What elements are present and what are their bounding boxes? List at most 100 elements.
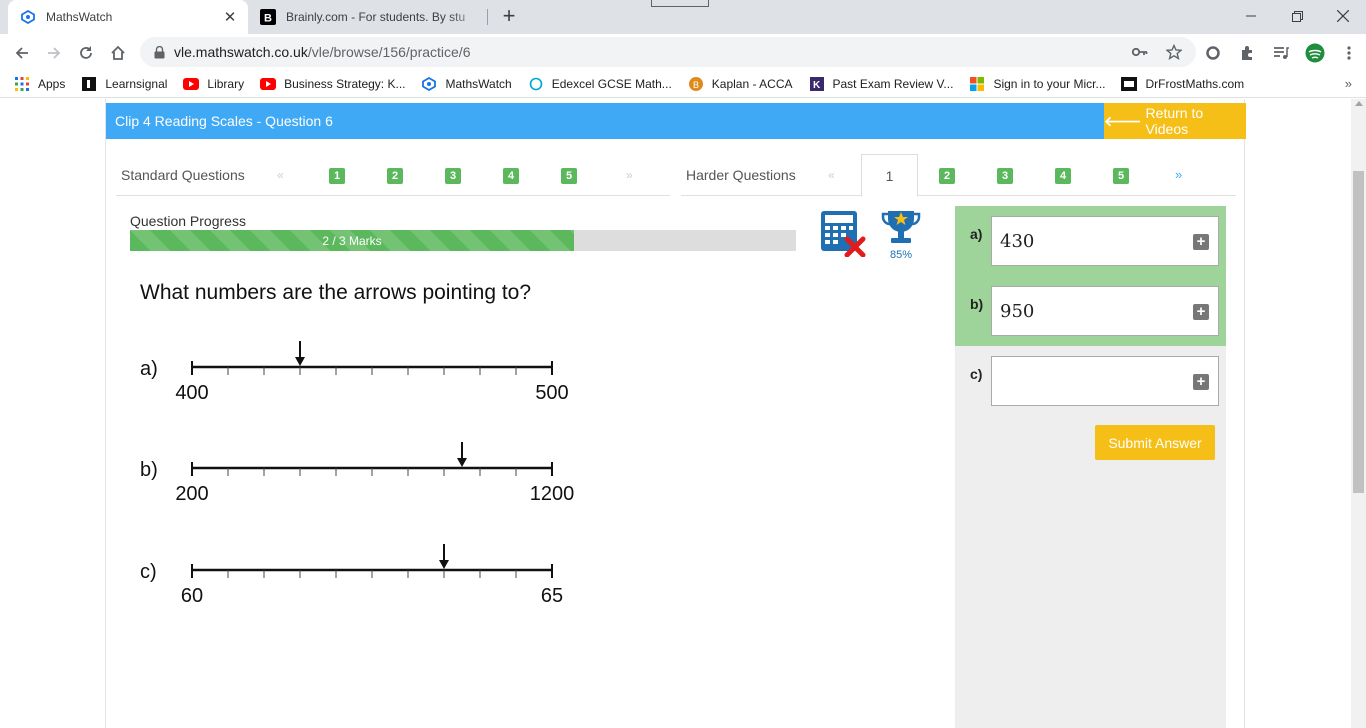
practice-container: Clip 4 Reading Scales - Question 6 🡐 Ret… [105, 99, 1246, 728]
harder-next-icon[interactable]: » [1175, 167, 1182, 182]
scale-min-label: 400 [175, 382, 208, 404]
scale-min-label: 200 [175, 483, 208, 505]
standard-prev-icon[interactable]: « [277, 168, 284, 182]
part-letter: b) [140, 459, 158, 481]
standard-next-icon[interactable]: » [626, 168, 633, 182]
bookmark-library[interactable]: Library [183, 76, 244, 92]
reload-icon[interactable] [72, 39, 100, 67]
answer-a-input[interactable]: 430 + [991, 216, 1219, 266]
extension-circle-icon[interactable] [1203, 43, 1223, 63]
answers-panel: a) 430 + b) 950 + c) + Submit Answer [955, 206, 1226, 728]
harder-question-2[interactable]: 2 [939, 168, 955, 184]
youtube-icon [183, 76, 200, 92]
trophy-percentage: 85% [889, 249, 913, 261]
svg-text:B: B [693, 80, 699, 90]
answer-b-input[interactable]: 950 + [991, 286, 1219, 336]
menu-kebab-icon[interactable] [1339, 43, 1359, 63]
extension-icons [1203, 43, 1359, 63]
expand-plus-icon[interactable]: + [1193, 304, 1209, 320]
submit-answer-button[interactable]: Submit Answer [1095, 425, 1215, 460]
bookmark-kaplan[interactable]: B Kaplan - ACCA [688, 76, 793, 92]
bookmark-edexcel[interactable]: Edexcel GCSE Math... [528, 76, 672, 92]
answer-letter: b) [970, 296, 984, 312]
harder-question-1-active[interactable]: 1 [861, 154, 918, 197]
bookmarks-overflow-icon[interactable]: » [1345, 76, 1352, 91]
return-label: Return to Videos [1145, 105, 1204, 137]
minimize-icon[interactable] [1228, 0, 1274, 32]
mathswatch-favicon-icon [20, 9, 36, 25]
standard-question-3[interactable]: 3 [445, 168, 461, 184]
puzzle-icon[interactable] [1237, 43, 1257, 63]
return-to-videos-button[interactable]: 🡐 Return to Videos [1104, 103, 1246, 139]
standard-questions-label: Standard Questions [121, 167, 245, 183]
kaplan-k-icon: K [809, 76, 825, 92]
scroll-up-icon[interactable] [1355, 101, 1363, 106]
scale-min-label: 60 [181, 585, 203, 607]
answer-value: 430 [1000, 231, 1035, 252]
scrollbar-thumb[interactable] [1353, 171, 1364, 493]
dfm-icon [1121, 76, 1138, 92]
star-icon[interactable] [1164, 42, 1184, 62]
question-prompt: What numbers are the arrows pointing to? [140, 281, 532, 304]
home-icon[interactable] [104, 39, 132, 67]
expand-plus-icon[interactable]: + [1193, 374, 1209, 390]
harder-question-5[interactable]: 5 [1113, 168, 1129, 184]
standard-question-1[interactable]: 1 [329, 168, 345, 184]
scale-max-label: 500 [535, 382, 568, 404]
bookmark-apps[interactable]: Apps [14, 76, 65, 92]
back-icon[interactable] [8, 39, 36, 67]
tab-brainly[interactable]: B Brainly.com - For students. By stu [248, 0, 488, 34]
svg-text:K: K [813, 80, 821, 91]
bookmark-label: Past Exam Review V... [832, 76, 954, 91]
arrow-head [295, 357, 305, 366]
harder-question-3[interactable]: 3 [997, 168, 1013, 184]
bookmark-microsoft[interactable]: Sign in to your Micr... [969, 76, 1105, 92]
bookmarks-bar: Apps Learnsignal Library Business Strate… [0, 70, 1366, 98]
bookmark-label: DrFrostMaths.com [1145, 76, 1245, 91]
browser-toolbar: vle.mathswatch.co.uk/vle/browse/156/prac… [0, 34, 1366, 70]
expand-plus-icon[interactable]: + [1193, 234, 1209, 250]
restore-icon[interactable] [1274, 0, 1320, 32]
number-lines-figure: a) 400 500 b) 200 1200 c) 60 65 [140, 341, 574, 607]
media-queue-icon[interactable] [1271, 43, 1291, 63]
standard-question-4[interactable]: 4 [503, 168, 519, 184]
bookmark-learnsignal[interactable]: Learnsignal [81, 76, 167, 92]
tab-mathswatch[interactable]: MathsWatch ✕ [8, 0, 248, 34]
page-viewport: Clip 4 Reading Scales - Question 6 🡐 Ret… [0, 99, 1366, 728]
close-tab-icon[interactable]: ✕ [220, 7, 240, 27]
tab-search-icon[interactable] [651, 0, 709, 7]
lock-icon[interactable] [152, 45, 166, 59]
profile-avatar-icon[interactable] [1305, 43, 1325, 63]
bookmark-label: Sign in to your Micr... [993, 76, 1106, 91]
bookmark-business-strategy[interactable]: Business Strategy: K... [260, 76, 405, 92]
answer-c-input[interactable]: + [991, 356, 1219, 406]
standard-question-5[interactable]: 5 [561, 168, 577, 184]
standard-questions-nav: Standard Questions « 1 2 3 4 5 » [116, 154, 670, 196]
new-tab-icon[interactable]: + [498, 5, 520, 28]
question-progress-bar: 2 / 3 Marks [130, 230, 796, 251]
page-scrollbar[interactable] [1351, 99, 1366, 728]
harder-prev-icon[interactable]: « [828, 168, 835, 182]
mathswatch-icon [421, 76, 437, 92]
bookmark-drfrost[interactable]: DrFrostMaths.com [1121, 76, 1244, 92]
address-bar[interactable]: vle.mathswatch.co.uk/vle/browse/156/prac… [140, 37, 1196, 67]
svg-text:B: B [264, 13, 272, 25]
harder-question-4[interactable]: 4 [1055, 168, 1071, 184]
bookmark-label: Edexcel GCSE Math... [551, 76, 672, 91]
learnsignal-icon [81, 76, 97, 92]
url-text: vle.mathswatch.co.uk/vle/browse/156/prac… [174, 44, 470, 60]
bookmark-past-exam[interactable]: K Past Exam Review V... [809, 76, 954, 92]
answer-letter: c) [970, 366, 983, 382]
key-icon[interactable] [1130, 42, 1150, 62]
forward-icon[interactable] [40, 39, 68, 67]
youtube-icon [260, 76, 277, 92]
standard-question-2[interactable]: 2 [387, 168, 403, 184]
part-letter: a) [140, 358, 158, 380]
answer-value: 950 [1000, 301, 1035, 322]
url-host: vle.mathswatch.co.uk [174, 44, 308, 60]
window-controls [1228, 0, 1366, 32]
bookmark-mathswatch[interactable]: MathsWatch [421, 76, 512, 92]
close-window-icon[interactable] [1320, 0, 1366, 32]
tab-title: Brainly.com - For students. By stu [286, 10, 466, 24]
apps-grid-icon [14, 76, 30, 92]
